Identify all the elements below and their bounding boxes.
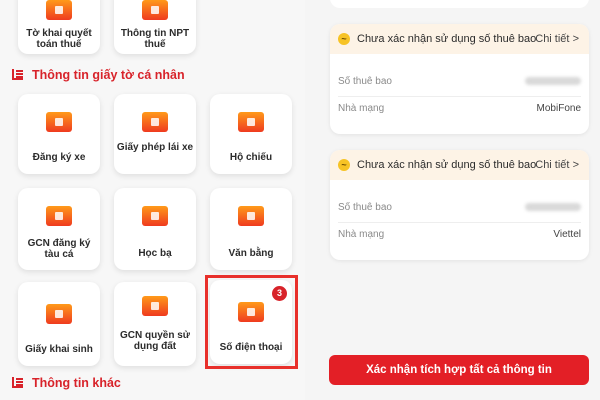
previous-card-edge [330,0,589,8]
land-icon [142,296,168,316]
tile-diploma[interactable]: Văn bằng [210,188,292,270]
masked-number [525,77,581,85]
list-icon [12,377,23,388]
subscriber-number-row: Số thuê bao [338,202,581,213]
tile-label: Hộ chiếu [229,152,273,163]
tile-birth-certificate[interactable]: Giấy khai sinh [18,282,100,366]
carrier-value: MobiFone [536,103,581,114]
family-icon [142,0,168,20]
tile-tax-return[interactable]: Tờ khai quyết toán thuế [18,0,100,54]
masked-number [525,203,581,211]
license-icon [142,112,168,132]
carrier-row: Nhà mạng Viettel [338,229,581,240]
chevron-right-icon: > [572,159,579,171]
notification-badge: 3 [272,286,287,301]
section-title: Thông tin khác [32,376,121,390]
tile-dependent-info[interactable]: Thông tin NPT thuế [114,0,196,54]
tile-label: GCN đăng ký tàu cá [27,238,91,260]
detail-link[interactable]: Chi tiết > [535,159,579,171]
number-label: Số thuê bao [338,76,392,87]
car-icon [46,112,72,132]
tile-label: Học bạ [138,248,172,259]
tile-passport[interactable]: Hộ chiếu [210,94,292,174]
passport-icon [238,112,264,132]
carrier-value: Viettel [553,229,581,240]
detail-link[interactable]: Chi tiết > [535,33,579,45]
chevron-right-icon: > [572,33,579,45]
graduation-cap-icon [142,206,168,226]
carrier-label: Nhà mạng [338,103,385,114]
detail-link-label: Chi tiết [535,33,570,45]
tile-vehicle-registration[interactable]: Đăng ký xe [18,94,100,174]
section-title: Thông tin giấy tờ cá nhân [32,68,185,82]
tile-fishing-vessel-cert[interactable]: GCN đăng ký tàu cá [18,188,100,270]
carrier-label: Nhà mạng [338,229,385,240]
unconfirmed-banner[interactable]: ~ Chưa xác nhận sử dụng số thuê bao Chi … [330,150,589,180]
confirm-all-button[interactable]: Xác nhận tích hợp tất cả thông tin [329,355,589,385]
section-other-info: Thông tin khác [12,376,121,390]
tile-label: Giấy phép lái xe [116,142,194,153]
tile-label: Giấy khai sinh [25,344,93,355]
tile-label: Tờ khai quyết toán thuế [26,28,92,50]
status-text: Chưa xác nhận sử dụng số thuê bao [357,33,537,45]
divider [338,222,581,223]
section-personal-docs: Thông tin giấy tờ cá nhân [12,68,185,82]
number-label: Số thuê bao [338,202,392,213]
unconfirmed-banner[interactable]: ~ Chưa xác nhận sử dụng số thuê bao Chi … [330,24,589,54]
carrier-row: Nhà mạng MobiFone [338,103,581,114]
subscriber-card-2: ~ Chưa xác nhận sử dụng số thuê bao Chi … [330,150,589,260]
status-text: Chưa xác nhận sử dụng số thuê bao [357,159,537,171]
tile-driving-license[interactable]: Giấy phép lái xe [114,94,196,174]
warning-icon: ~ [338,159,350,171]
subscriber-number-row: Số thuê bao [338,76,581,87]
tile-label: Thông tin NPT thuế [120,28,190,50]
detail-link-label: Chi tiết [535,159,570,171]
warning-icon: ~ [338,33,350,45]
tile-label: Văn bằng [228,248,274,259]
tax-document-icon [46,0,72,20]
tile-school-record[interactable]: Học bạ [114,188,196,270]
birth-certificate-icon [46,304,72,324]
divider [338,96,581,97]
tile-land-use-cert[interactable]: GCN quyền sử dụng đất [114,282,196,366]
document-panel: Tờ khai quyết toán thuế Thông tin NPT th… [0,0,305,400]
list-icon [12,69,23,80]
ship-icon [46,206,72,226]
certificate-icon [238,206,264,226]
tile-label: GCN quyền sử dụng đất [119,330,191,352]
tile-label: Đăng ký xe [32,152,86,163]
subscriber-card-1: ~ Chưa xác nhận sử dụng số thuê bao Chi … [330,24,589,134]
